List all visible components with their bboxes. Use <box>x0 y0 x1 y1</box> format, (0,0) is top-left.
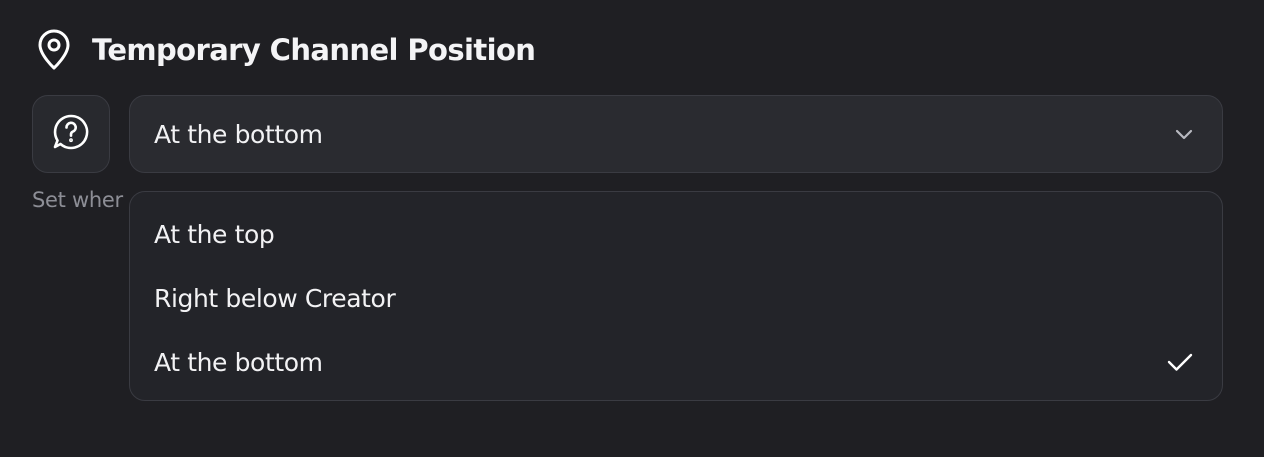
option-label: Right below Creator <box>154 283 396 313</box>
section-header: Temporary Channel Position <box>34 28 536 72</box>
map-pin-icon <box>34 28 74 72</box>
dropdown-option-top[interactable]: At the top <box>130 202 1222 266</box>
help-button[interactable] <box>32 95 110 173</box>
help-chat-icon <box>51 112 91 156</box>
position-select[interactable]: At the bottom <box>129 95 1223 173</box>
chevron-down-icon <box>1172 122 1196 146</box>
section-title: Temporary Channel Position <box>92 33 536 67</box>
select-value: At the bottom <box>154 119 323 149</box>
dropdown-menu: At the top Right below Creator At the bo… <box>129 191 1223 401</box>
settings-panel: Temporary Channel Position At the bottom… <box>0 0 1264 457</box>
option-label: At the bottom <box>154 347 323 377</box>
check-icon <box>1166 348 1194 376</box>
option-label: At the top <box>154 219 275 249</box>
dropdown-option-bottom[interactable]: At the bottom <box>130 330 1222 394</box>
dropdown-option-below-creator[interactable]: Right below Creator <box>130 266 1222 330</box>
setting-description: Set wher <box>32 188 123 212</box>
